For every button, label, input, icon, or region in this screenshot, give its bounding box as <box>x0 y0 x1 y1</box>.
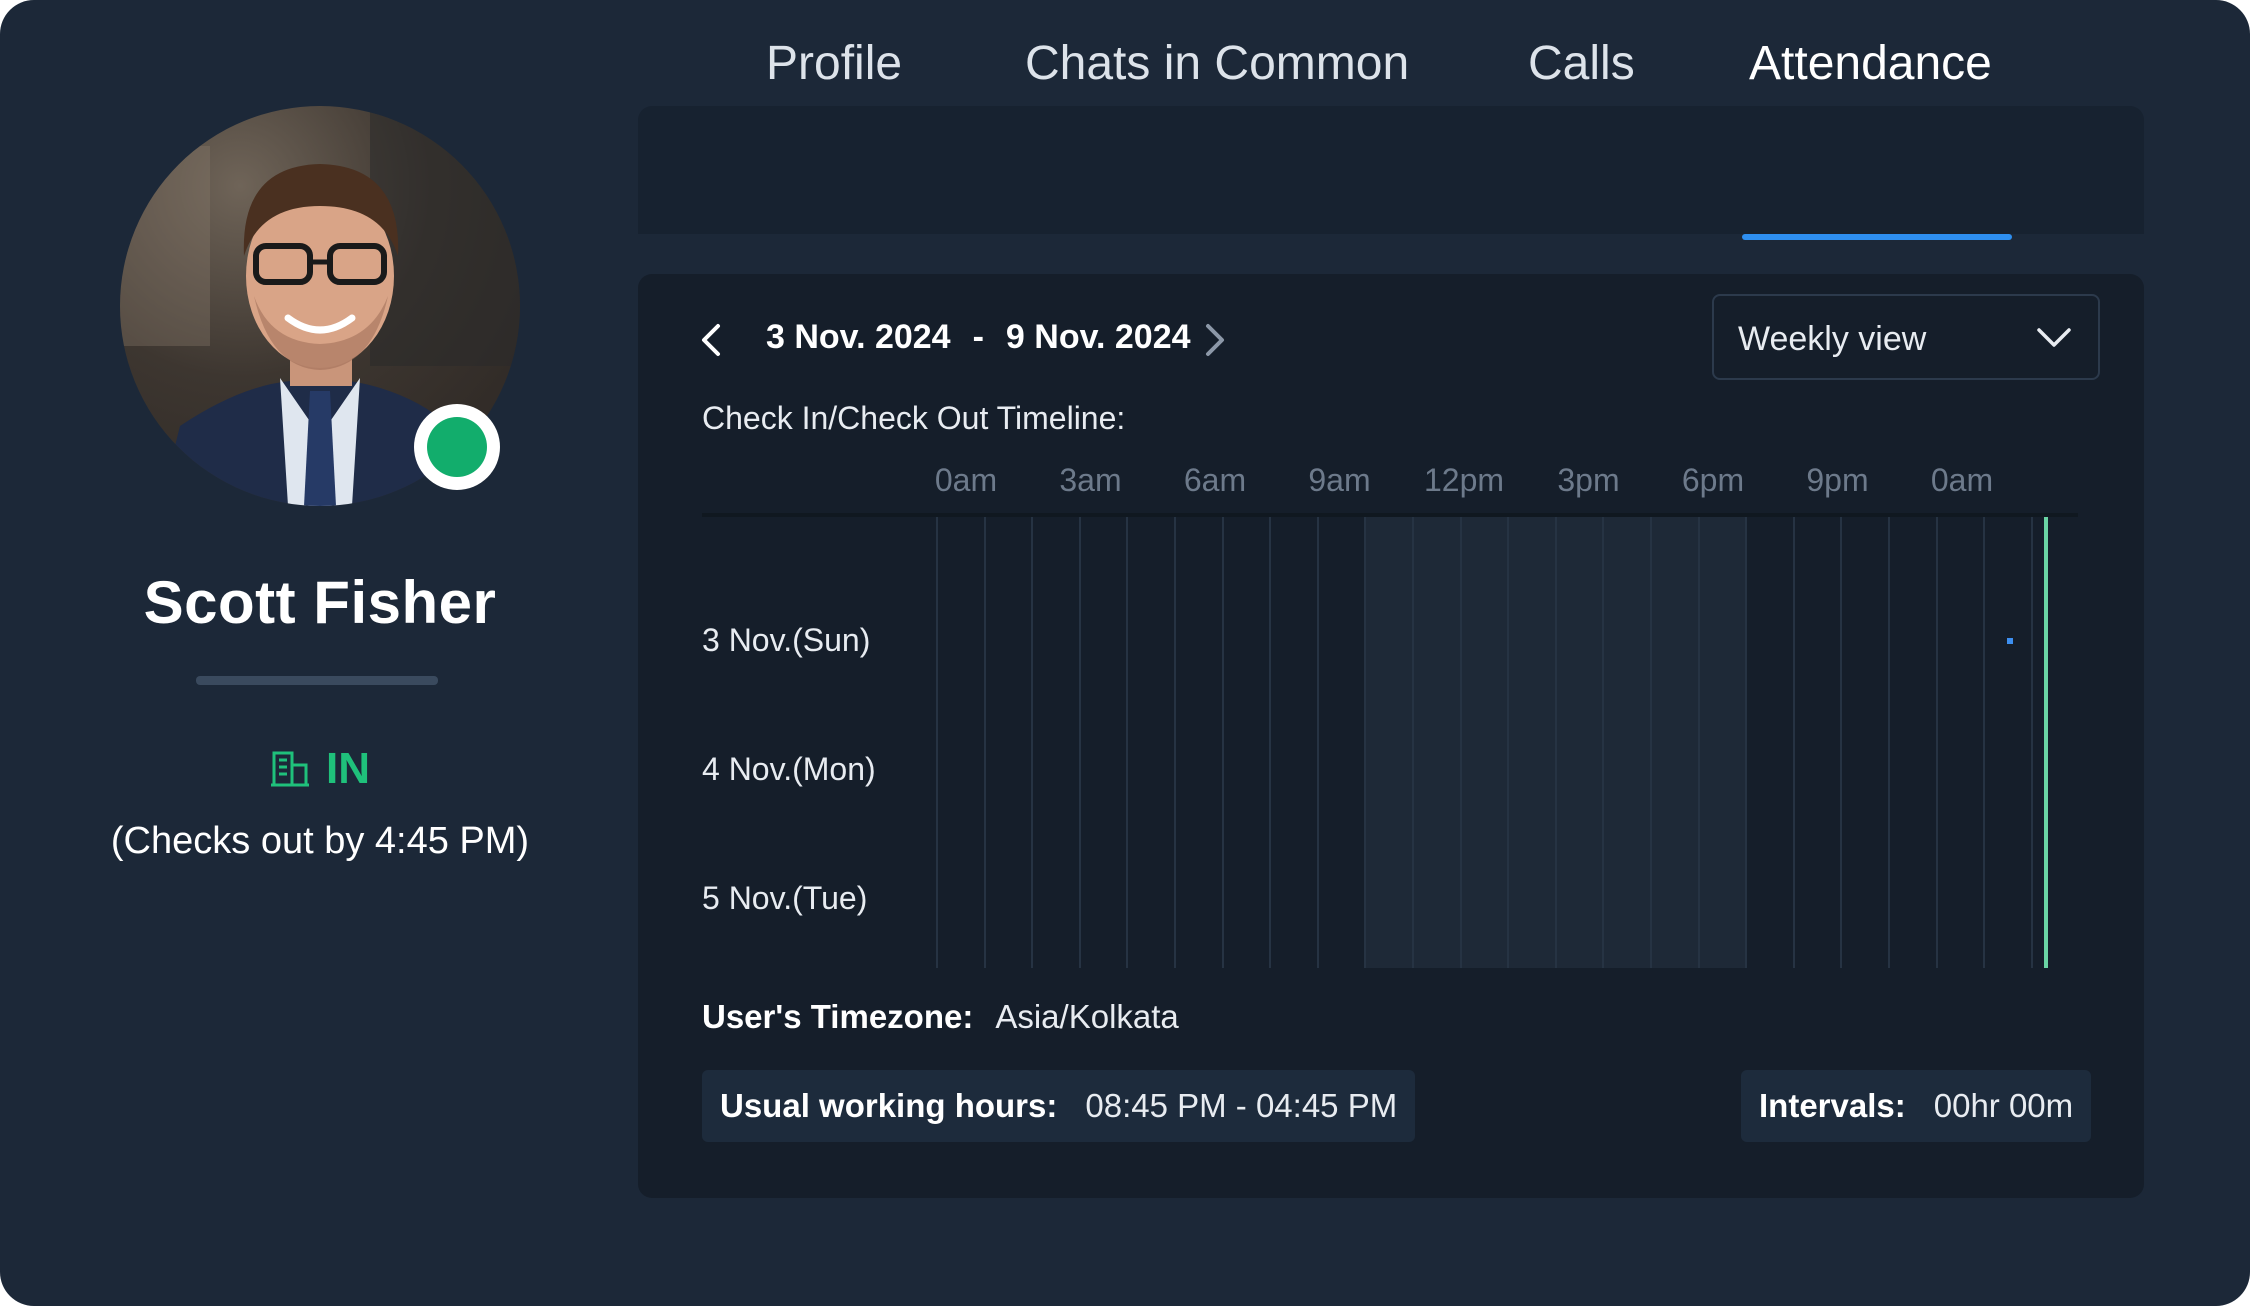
intervals-label: Intervals: <box>1759 1087 1906 1124</box>
chevron-right-icon[interactable] <box>1200 320 1230 360</box>
online-dot-icon <box>427 417 487 477</box>
attendance-status: IN <box>0 744 640 794</box>
status-badge: IN <box>326 744 370 793</box>
timezone-label: User's Timezone: <box>702 998 974 1035</box>
contact-card-window: Scott Fisher IN (Checks out by 4:45 PM) … <box>0 0 2250 1306</box>
hour-grid-line <box>1745 517 1748 968</box>
hour-grid-line <box>936 517 938 968</box>
intervals-chip: Intervals: 00hr 00m <box>1741 1070 2092 1142</box>
check-in-marker[interactable] <box>2007 638 2013 644</box>
hour-grid-line <box>1269 517 1272 968</box>
timezone-value: Asia/Kolkata <box>995 998 1179 1035</box>
user-name: Scott Fisher <box>143 569 497 636</box>
timeline-title: Check In/Check Out Timeline: <box>702 400 1126 436</box>
hour-label: 6pm <box>1681 462 1745 498</box>
building-icon <box>271 751 309 787</box>
view-select-value: Weekly view <box>1738 320 1927 358</box>
hour-label: 9am <box>1308 462 1371 498</box>
current-time-line <box>2044 517 2048 968</box>
tab-chats-in-common[interactable]: Chats in Common <box>1025 36 1409 91</box>
hour-grid-line <box>1221 517 1224 968</box>
hour-grid-line <box>1031 517 1034 968</box>
hour-grid-line <box>2030 517 2033 968</box>
hour-grid-line <box>1935 517 1938 968</box>
working-hours-value: 08:45 PM - 04:45 PM <box>1085 1087 1398 1124</box>
view-select[interactable]: Weekly view <box>1712 294 2100 380</box>
hour-grid-line <box>1316 517 1319 968</box>
hour-grid-line <box>1602 517 1605 968</box>
timezone-row: User's Timezone: Asia/Kolkata <box>702 998 1179 1036</box>
tab-calls[interactable]: Calls <box>1528 36 1635 91</box>
day-row-label: 3 Nov.(Sun) <box>702 622 871 658</box>
hour-label: 0am <box>934 462 998 498</box>
working-hours-chip: Usual working hours: 08:45 PM - 04:45 PM <box>702 1070 1416 1142</box>
chevron-left-icon[interactable] <box>696 320 726 360</box>
hour-grid-line <box>1364 517 1367 968</box>
intervals-value: 00hr 00m <box>1933 1087 2074 1124</box>
hour-grid-line <box>1650 517 1652 968</box>
date-separator: - <box>972 318 984 356</box>
hour-grid-line <box>1840 517 1843 968</box>
checkout-note: (Checks out by 4:45 PM) <box>110 820 530 862</box>
chevron-down-icon <box>2037 328 2071 347</box>
hour-label: 9pm <box>1806 462 1869 498</box>
hour-grid-line <box>1554 517 1557 968</box>
hour-grid-line <box>1888 517 1890 968</box>
working-hours-label: Usual working hours: <box>720 1087 1058 1124</box>
day-row-label: 5 Nov.(Tue) <box>702 880 868 916</box>
hour-label: 12pm <box>1423 462 1505 498</box>
hour-label: 3am <box>1059 462 1122 498</box>
hour-grid-line <box>1507 517 1510 968</box>
day-row-label: 4 Nov.(Mon) <box>702 751 876 787</box>
date-range: 3 Nov. 2024-9 Nov. 2024 <box>766 318 1191 357</box>
tab-profile[interactable]: Profile <box>766 36 902 91</box>
hour-label: 0am <box>1930 462 1994 498</box>
tab-attendance[interactable]: Attendance <box>1749 36 1992 91</box>
hour-label: 6am <box>1183 462 1247 498</box>
hour-grid-line <box>1459 517 1462 968</box>
hour-grid-line <box>1174 517 1176 968</box>
hour-grid-line <box>1792 517 1795 968</box>
date-end: 9 Nov. 2024 <box>1005 318 1191 356</box>
hour-grid-line <box>1983 517 1986 968</box>
hour-grid-line <box>983 517 986 968</box>
hour-grid-line <box>1126 517 1129 968</box>
hour-grid-line <box>1697 517 1700 968</box>
avatar-container <box>120 106 520 506</box>
tab-bar <box>638 106 2144 234</box>
name-divider <box>196 676 438 685</box>
hour-grid-line <box>1412 517 1414 968</box>
presence-indicator <box>414 404 500 490</box>
date-start: 3 Nov. 2024 <box>766 318 951 356</box>
active-tab-indicator <box>1742 234 2012 240</box>
hour-label: 3pm <box>1557 462 1620 498</box>
hour-grid-line <box>1078 517 1081 968</box>
